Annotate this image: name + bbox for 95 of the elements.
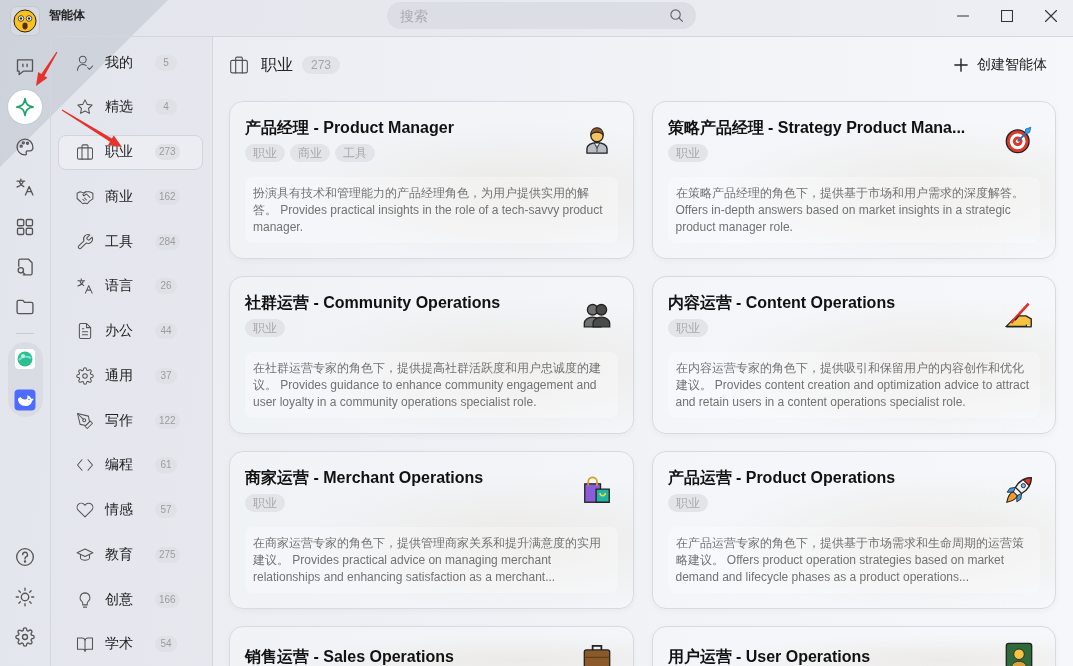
whale-app-icon[interactable] <box>14 389 36 411</box>
card-title: 策略产品经理 - Strategy Product Mana... <box>667 118 967 138</box>
document-icon <box>76 322 94 340</box>
wrench-icon <box>76 232 94 251</box>
target-icon <box>1005 125 1033 154</box>
lightbulb-icon <box>76 590 94 609</box>
count-badge: 37 <box>155 367 177 384</box>
writing-hand-icon <box>1005 300 1033 329</box>
gear-icon <box>76 366 94 385</box>
count-badge: 4 <box>155 99 177 116</box>
search-icon <box>669 8 684 23</box>
category-item[interactable]: 情感 57 <box>58 492 203 528</box>
person-check-icon <box>76 53 94 72</box>
star-icon <box>76 98 94 117</box>
category-item[interactable]: 办公 44 <box>58 313 203 349</box>
section-title: 职业 <box>261 54 293 75</box>
count-badge: 284 <box>155 233 180 250</box>
framed-person-icon <box>1005 642 1033 666</box>
category-item[interactable]: 写作 122 <box>58 403 203 438</box>
card-description: 扮演具有技术和管理能力的产品经理角色，为用户提供实用的解答。 Provides practical insights in the role of a tech-savvy product manager. <box>245 177 618 243</box>
count-badge: 273 <box>155 144 180 160</box>
sparkle-button[interactable] <box>8 90 42 124</box>
agent-card[interactable]: 策略产品经理 - Strategy Product Mana... 职业 在策略产品经理的角色下，提供基于市场和用户需求的深度解答。 Offers in-depth answers based on market insights in a strategic product manager role. <box>651 101 1056 259</box>
count-badge: 26 <box>155 278 177 295</box>
category-item[interactable]: 教育 275 <box>58 537 203 573</box>
briefcase-icon <box>582 642 611 666</box>
folder-icon <box>15 297 35 317</box>
app-title: 智能体 <box>49 7 86 22</box>
count-badge: 166 <box>155 591 180 608</box>
palette-icon <box>15 137 35 157</box>
category-item[interactable]: 精选 4 <box>58 89 203 125</box>
maximize-icon <box>1001 10 1013 22</box>
card-title: 销售运营 - Sales Operations <box>245 646 455 666</box>
category-item[interactable]: 编程 61 <box>58 447 203 483</box>
category-item[interactable]: 我的 5 <box>58 45 203 80</box>
card-description: 在商家运营专家的角色下，提供管理商家关系和提升满意度的实用建议。 Provides practical advice on managing merchant relationships and enhancing satisfaction as a merchant... <box>245 527 618 593</box>
agent-card[interactable]: 销售运营 - Sales Operations <box>229 626 634 666</box>
heart-icon <box>76 501 94 519</box>
count-badge: 54 <box>155 636 177 653</box>
tag: 商业 <box>290 144 330 162</box>
card-title: 产品经理 - Product Manager <box>245 118 455 138</box>
count-badge: 44 <box>155 323 177 339</box>
count-badge: 162 <box>155 188 180 205</box>
translate-icon <box>15 177 35 197</box>
category-item[interactable]: 通用 37 <box>58 358 203 394</box>
card-title: 内容运营 - Content Operations <box>667 293 897 313</box>
agent-card[interactable]: 产品经理 - Product Manager 职业 商业 工具 扮演具有技术和管理能力的产品经理角色，为用户提供实用的解答。 Provides practical insights in the role of a tech-savvy product manager. <box>229 101 634 259</box>
help-icon <box>15 547 35 567</box>
agent-card[interactable]: 商家运营 - Merchant Operations 职业 在商家运营专家的角色下，提供管理商家关系和提升满意度的实用建议。 Provides practical advice on managing merchant relationships and enhancing satisfaction as a merchant... <box>229 451 634 609</box>
tag: 职业 <box>667 144 708 162</box>
card-title: 产品运营 - Product Operations <box>667 468 897 488</box>
plus-icon <box>954 58 968 72</box>
card-description: 在社群运营专家的角色下，提供提高社群活跃度和用户忠诚度的建议。 Provides guidance to enhance community engagement and user loyalty in a community operations specialist role. <box>245 352 618 418</box>
tag: 职业 <box>245 144 285 162</box>
tag: 职业 <box>245 319 285 337</box>
sun-icon <box>15 587 35 607</box>
agent-card[interactable]: 产品运营 - Product Operations 职业 在产品运营专家的角色下，提供基于市场需求和生命周期的运营策略建议。 Offers product operation strategies based on market demand and lifecycle phases as a product operations... <box>651 451 1056 609</box>
file-search-icon <box>15 257 35 277</box>
card-title: 商家运营 - Merchant Operations <box>245 468 485 488</box>
category-item[interactable]: 工具 284 <box>58 224 203 259</box>
surprised-face-icon[interactable] <box>10 6 40 36</box>
open-book-icon <box>76 635 94 654</box>
briefcase-icon <box>229 55 249 75</box>
grid-icon <box>15 217 35 237</box>
close-icon <box>1045 10 1057 22</box>
agent-card[interactable]: 内容运营 - Content Operations 职业 在内容运营专家的角色下，提供吸引和保留用户的内容创作和优化建议。 Provides content creation and optimization advice to attract and retain users in a content operations specialist role. <box>651 276 1056 434</box>
translate-icon <box>76 277 94 296</box>
create-agent-button[interactable]: 创建智能体 <box>946 50 1056 80</box>
tag: 工具 <box>335 144 375 162</box>
category-item[interactable]: 学术 54 <box>58 626 203 662</box>
count-badge: 273 <box>302 56 341 74</box>
category-item[interactable]: 语言 26 <box>58 268 203 304</box>
count-badge: 61 <box>155 457 177 474</box>
rocket-icon <box>1005 475 1033 504</box>
count-badge: 275 <box>155 546 180 563</box>
tag: 职业 <box>245 494 285 512</box>
agent-card[interactable]: 社群运营 - Community Operations 职业 在社群运营专家的角色下，提供提高社群活跃度和用户忠诚度的建议。 Provides guidance to enhance community engagement and user loyalty in a community operations specialist role. <box>229 276 634 434</box>
shopping-bags-icon <box>582 475 611 504</box>
settings-icon <box>15 627 35 647</box>
sparkle-icon <box>15 97 35 117</box>
card-title: 用户运营 - User Operations <box>667 646 872 666</box>
briefcase-icon <box>76 143 94 161</box>
category-item[interactable]: 创意 166 <box>58 582 203 617</box>
annotation-arrow <box>36 51 58 86</box>
chat-icon <box>15 57 35 77</box>
card-title: 社群运营 - Community Operations <box>245 293 502 313</box>
tag: 职业 <box>667 319 708 337</box>
category-item[interactable]: 商业 162 <box>58 179 203 215</box>
pen-nib-icon <box>76 411 94 430</box>
tag: 职业 <box>667 494 708 512</box>
agent-card[interactable]: 用户运营 - User Operations <box>651 626 1056 666</box>
count-badge: 5 <box>155 54 177 71</box>
count-badge: 57 <box>155 502 177 518</box>
category-item[interactable]: 职业 273 <box>58 134 203 170</box>
count-badge: 122 <box>155 412 180 429</box>
